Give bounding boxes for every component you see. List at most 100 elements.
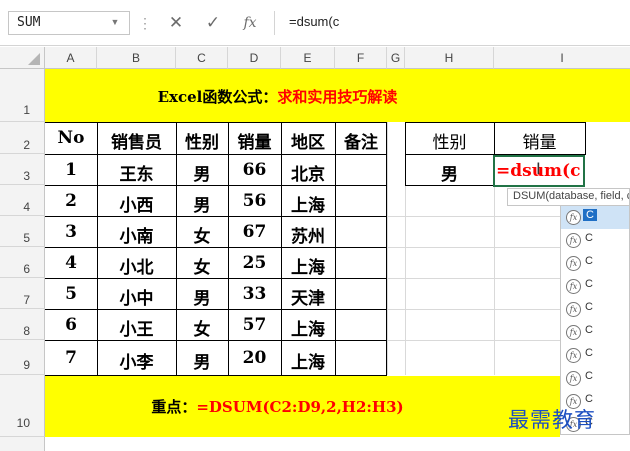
autocomplete-list[interactable]: fx Cfx Cfx Cfx Cfx Cfx Cfx Cfx Cfx Cfx C [560, 205, 630, 435]
autocomplete-item[interactable]: fx C [561, 229, 629, 252]
table-cell[interactable]: 小南 [97, 222, 176, 247]
autocomplete-item-label: C [585, 370, 593, 382]
column-header-e[interactable]: E [281, 47, 335, 69]
column-header-c[interactable]: C [176, 47, 228, 69]
function-icon: fx [566, 279, 581, 294]
table-cell[interactable]: 小北 [97, 253, 176, 278]
gridline [494, 185, 495, 375]
table-cell[interactable]: 67 [228, 222, 281, 242]
row-header-11 [0, 437, 45, 451]
criteria-border [585, 122, 586, 155]
row-header-1[interactable]: 1 [0, 69, 45, 122]
table-cell[interactable]: 男 [176, 191, 228, 216]
table-cell[interactable]: 66 [228, 160, 281, 180]
autocomplete-item[interactable]: fx C [561, 367, 629, 390]
column-header-g[interactable]: G [387, 47, 405, 69]
function-icon: fx [566, 348, 581, 363]
function-icon: fx [566, 233, 581, 248]
function-icon: fx [566, 256, 581, 271]
table-cell[interactable]: 1 [45, 160, 97, 180]
autocomplete-item[interactable]: fx C [561, 321, 629, 344]
enter-icon[interactable]: ✓ [203, 11, 223, 35]
chevron-down-icon[interactable]: ▼ [108, 14, 122, 30]
footer-label: 重点： [151, 398, 197, 416]
table-cell[interactable]: 上海 [281, 191, 335, 216]
table-cell[interactable]: 天津 [281, 284, 335, 309]
table-cell[interactable]: 苏州 [281, 222, 335, 247]
criteria-header-sales[interactable]: 销量 [494, 128, 585, 153]
table-cell[interactable]: 上海 [281, 253, 335, 278]
table-cell[interactable]: 小李 [97, 348, 176, 373]
row-header-3[interactable]: 3 [0, 154, 45, 185]
function-icon: fx [566, 302, 581, 317]
text-cursor-icon: I [536, 159, 541, 178]
autocomplete-item[interactable]: fx C [561, 298, 629, 321]
column-header-i[interactable]: I [494, 47, 630, 69]
row-header-10[interactable]: 10 [0, 375, 45, 437]
table-cell[interactable]: 女 [176, 253, 228, 278]
header-sales[interactable]: 销量 [228, 128, 281, 153]
autocomplete-item-label: C [585, 347, 593, 359]
criteria-header-gender[interactable]: 性别 [405, 128, 494, 153]
criteria-value-gender[interactable]: 男 [405, 160, 494, 185]
table-cell[interactable]: 小王 [97, 315, 176, 340]
header-note[interactable]: 备注 [335, 128, 387, 153]
table-cell[interactable]: 女 [176, 222, 228, 247]
header-seller[interactable]: 销售员 [97, 128, 176, 153]
table-cell[interactable]: 男 [176, 348, 228, 373]
table-cell[interactable]: 3 [45, 222, 97, 242]
table-cell[interactable]: 小中 [97, 284, 176, 309]
footer-note: 重点：=DSUM(C2:D9,2,H2:H3) [45, 396, 510, 418]
function-icon: fx [566, 325, 581, 340]
table-cell[interactable]: 男 [176, 284, 228, 309]
row-header-4[interactable]: 4 [0, 185, 45, 216]
table-cell[interactable]: 7 [45, 348, 97, 368]
autocomplete-item[interactable]: fx C [561, 344, 629, 367]
formula-input[interactable]: =dsum(c [274, 11, 630, 35]
table-cell[interactable]: 王东 [97, 160, 176, 185]
table-cell[interactable]: 20 [228, 348, 281, 368]
row-header-2[interactable]: 2 [0, 122, 45, 154]
gridline [387, 309, 560, 310]
row-header-8[interactable]: 8 [0, 309, 45, 340]
column-header-a[interactable]: A [45, 47, 97, 69]
table-border [335, 122, 336, 375]
row-header-7[interactable]: 7 [0, 278, 45, 309]
autocomplete-item[interactable]: fx C [561, 206, 629, 229]
table-cell[interactable]: 5 [45, 284, 97, 304]
autocomplete-item-label: C [585, 301, 593, 313]
table-cell[interactable]: 25 [228, 253, 281, 273]
autocomplete-item-label: C [583, 209, 597, 221]
table-cell[interactable]: 男 [176, 160, 228, 185]
column-header-b[interactable]: B [97, 47, 176, 69]
table-cell[interactable]: 小西 [97, 191, 176, 216]
table-cell[interactable]: 56 [228, 191, 281, 211]
autocomplete-item[interactable]: fx C [561, 252, 629, 275]
column-header-f[interactable]: F [335, 47, 387, 69]
table-cell[interactable]: 57 [228, 315, 281, 335]
row-header-9[interactable]: 9 [0, 340, 45, 375]
column-header-d[interactable]: D [228, 47, 281, 69]
gridline [405, 185, 406, 375]
table-cell[interactable]: 2 [45, 191, 97, 211]
table-cell[interactable]: 6 [45, 315, 97, 335]
table-cell[interactable]: 4 [45, 253, 97, 273]
cancel-icon[interactable]: ✕ [166, 11, 186, 35]
table-cell[interactable]: 33 [228, 284, 281, 304]
table-cell[interactable]: 北京 [281, 160, 335, 185]
header-region[interactable]: 地区 [281, 128, 335, 153]
table-cell[interactable]: 女 [176, 315, 228, 340]
row-header-5[interactable]: 5 [0, 216, 45, 247]
footer-formula: =DSUM(C2:D9,2,H2:H3) [196, 398, 404, 416]
column-header-h[interactable]: H [405, 47, 494, 69]
header-gender[interactable]: 性别 [176, 128, 228, 153]
insert-function-icon[interactable]: fx [240, 11, 260, 35]
header-no[interactable]: No [45, 128, 97, 148]
table-cell[interactable]: 上海 [281, 315, 335, 340]
row-header-6[interactable]: 6 [0, 247, 45, 278]
function-tooltip: DSUM(database, field, criteria) [507, 188, 630, 206]
autocomplete-item[interactable]: fx C [561, 275, 629, 298]
more-options-icon: ⋮ [138, 15, 152, 31]
table-cell[interactable]: 上海 [281, 348, 335, 373]
gridline [387, 216, 560, 217]
